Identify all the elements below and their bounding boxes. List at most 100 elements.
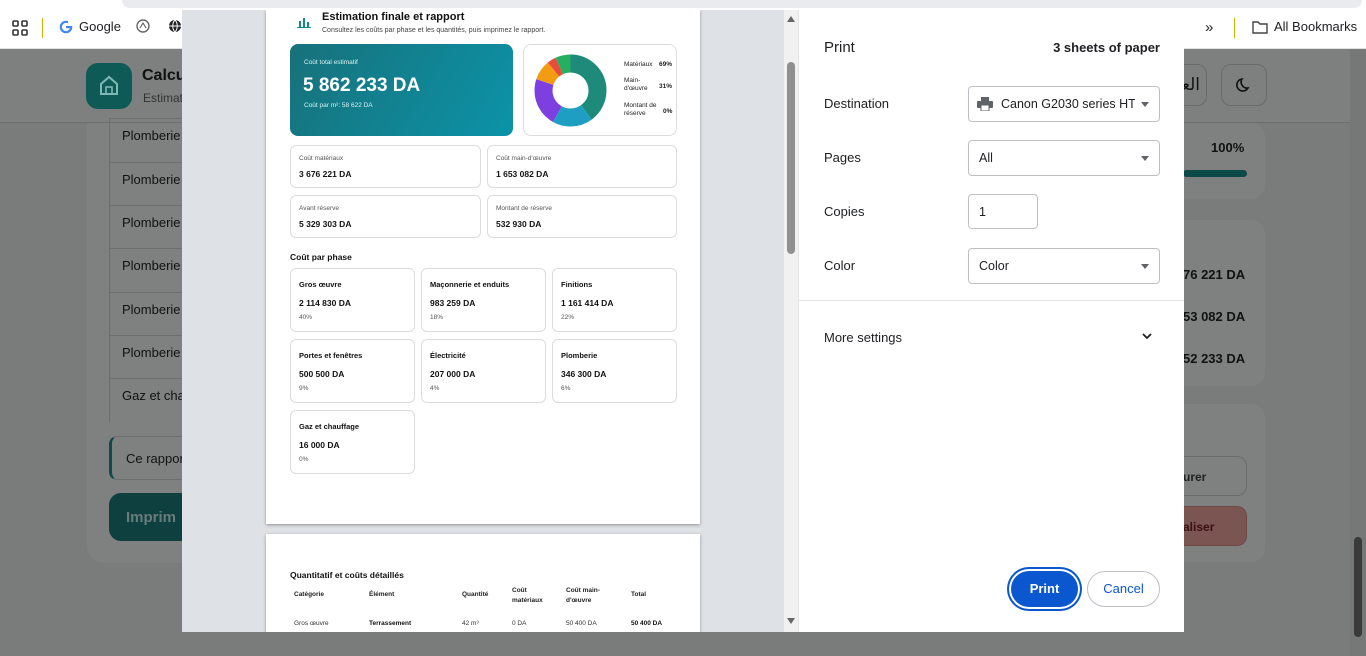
bookmark-google[interactable]: Google (59, 19, 121, 34)
table-cell: 50 400 DA (566, 620, 597, 627)
bookmark-separator (42, 18, 43, 38)
list-item[interactable]: Plomberie (109, 335, 189, 379)
print-dialog: Estimation finale et rapport Consultez l… (182, 10, 1184, 632)
copies-input[interactable]: 1 (968, 194, 1038, 229)
cost-donut-chart (534, 54, 607, 127)
destination-value: Canon G2030 series HTTP (1001, 97, 1135, 111)
page-scrollbar-thumb[interactable] (1354, 537, 1362, 637)
more-settings-toggle[interactable]: More settings (824, 330, 902, 345)
phase-card: Plomberie 346 300 DA 6% (552, 339, 677, 403)
action-button[interactable]: urer (1183, 456, 1247, 496)
summary-value: 5 329 303 DA (299, 219, 352, 229)
progress-fill (1183, 170, 1247, 177)
dropdown-caret-icon (1141, 264, 1149, 269)
table-cell: Gros œuvre (294, 620, 329, 627)
summary-card: Avant réserve 5 329 303 DA (290, 195, 481, 238)
apps-grid-icon[interactable] (12, 20, 28, 36)
print-preview: Estimation finale et rapport Consultez l… (182, 10, 798, 632)
reset-button[interactable]: aliser (1183, 506, 1247, 546)
report-title: Estimation finale et rapport (322, 11, 465, 23)
phase-card: Gros œuvre 2 114 830 DA 40% (290, 268, 415, 332)
all-bookmarks-button[interactable]: All Bookmarks (1252, 19, 1357, 34)
list-item[interactable]: Plomberie (109, 292, 189, 336)
destination-select[interactable]: Canon G2030 series HTTP (968, 86, 1160, 122)
summary-label: Montant de réserve (496, 205, 553, 212)
list-item[interactable]: Plomberie (109, 162, 189, 206)
table-title: Quantitatif et coûts détaillés (290, 570, 404, 580)
phase-percent: 9% (299, 385, 309, 392)
dropdown-caret-icon (1141, 156, 1149, 161)
omnibox-edge (122, 0, 1362, 8)
bookmark-site[interactable] (136, 19, 150, 33)
color-label: Color (824, 258, 856, 273)
table-cell: 50 400 DA (631, 620, 663, 627)
phase-section-title: Coût par phase (290, 252, 352, 262)
preview-page-2: Quantitatif et coûts détaillés Catégorie… (266, 534, 700, 632)
preview-scrollbar-thumb[interactable] (787, 62, 795, 254)
settings-divider (799, 300, 1184, 301)
phase-percent: 22% (561, 314, 575, 321)
color-select[interactable]: Color (968, 248, 1160, 284)
phase-value: 2 114 830 DA (299, 298, 351, 308)
list-item[interactable]: Plomberie (109, 205, 189, 249)
cancel-button[interactable]: Cancel (1087, 571, 1160, 607)
phase-card: Maçonnerie et enduits 983 259 DA 18% (421, 268, 546, 332)
scroll-up-icon[interactable] (786, 15, 796, 23)
list-item[interactable]: Plomberie (109, 118, 189, 162)
bookmark-web[interactable] (168, 19, 182, 33)
app-print-button[interactable]: Imprim (109, 493, 184, 541)
print-settings-panel: Print 3 sheets of paper Destination Cano… (798, 10, 1184, 632)
phase-card: Électricité 207 000 DA 4% (421, 339, 546, 403)
table-header: Coût main-d'œuvre (566, 587, 600, 604)
bar-chart-icon (297, 18, 311, 28)
legend-value: 31% (659, 83, 673, 90)
summary-label: Coût matériaux (299, 155, 344, 162)
legend-label: Matériaux (624, 61, 653, 68)
print-title: Print (824, 39, 855, 56)
phase-name: Électricité (430, 351, 466, 360)
list-item[interactable]: Gaz et cha (109, 378, 189, 422)
phase-percent: 4% (430, 385, 440, 392)
phase-value: 1 161 414 DA (561, 298, 614, 308)
theme-toggle-button[interactable] (1221, 64, 1267, 106)
app-title: Calcu (142, 67, 186, 84)
print-button[interactable]: Print (1011, 571, 1078, 607)
bookmarks-overflow-button[interactable]: » (1205, 19, 1213, 36)
report-notice: Ce rappor (109, 436, 184, 480)
phase-card: Gaz et chauffage 16 000 DA 0% (290, 410, 415, 474)
preview-page-1: Estimation finale et rapport Consultez l… (266, 10, 700, 524)
chevron-down-icon[interactable] (1141, 331, 1153, 341)
phase-name: Plomberie (561, 351, 598, 360)
summary-label: Avant réserve (299, 205, 339, 212)
phase-percent: 0% (299, 456, 309, 463)
folder-icon (1252, 20, 1268, 34)
app-logo (86, 63, 132, 109)
pages-select[interactable]: All (968, 140, 1160, 176)
phase-card: Finitions 1 161 414 DA 22% (552, 268, 677, 332)
phase-value: 346 300 DA (561, 369, 607, 379)
total-cost-value: 5 862 233 DA (303, 75, 421, 96)
color-value: Color (979, 259, 1009, 273)
report-subtitle: Consultez les coûts par phase et les qua… (322, 27, 546, 34)
phase-value: 207 000 DA (430, 369, 476, 379)
phase-percent: 18% (430, 314, 444, 321)
summary-value: 3 676 221 DA (299, 169, 352, 179)
list-item[interactable]: Plomberie (109, 248, 189, 292)
phase-name: Finitions (561, 280, 593, 289)
legend-value: 69% (659, 61, 673, 68)
bookmark-separator (1234, 18, 1235, 38)
google-icon (59, 19, 73, 33)
cost-per-m2: Coût par m²: 58 622 DA (304, 102, 373, 109)
phase-value: 16 000 DA (299, 440, 340, 450)
table-header: Quantité (462, 591, 489, 598)
pages-value: All (979, 151, 993, 165)
phase-percent: 40% (299, 314, 313, 321)
scroll-down-icon[interactable] (786, 617, 796, 625)
table-header: Catégorie (294, 591, 324, 598)
summary-value: 1 653 082 DA (496, 169, 549, 179)
table-cell: Terrassement (369, 620, 412, 627)
total-cost-card: Coût total estimatif 5 862 233 DA Coût p… (290, 44, 513, 136)
legend-label: Montant de réserve (624, 102, 657, 117)
phase-name: Portes et fenêtres (299, 351, 363, 360)
table-header: Élément (369, 591, 395, 598)
